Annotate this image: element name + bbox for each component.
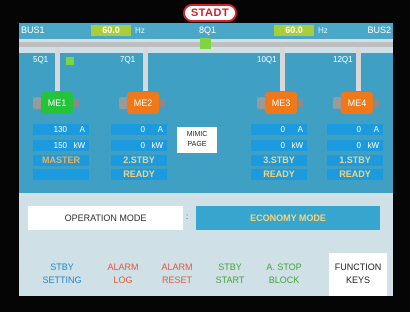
feeder-line-4 [356,47,361,91]
breaker-label-7q1: 7Q1 [120,55,136,64]
breaker-5q1-closed-icon[interactable] [66,57,74,65]
gen4-state: 1.STBY [327,155,383,166]
gen1-current-unit: A [79,125,85,134]
gen2-state: 2.STBY [111,155,167,166]
bus1-frequency-unit: Hz [135,26,145,35]
alarm-reset-label-2: RESET [161,275,192,285]
bus1-frequency: 60.0 [91,25,131,36]
stby-setting-label-1: STBY [50,262,74,272]
generator-1[interactable]: ME1 [33,92,79,114]
gen4-power: 0 [356,141,361,150]
brand-logo: STADT [183,4,237,22]
gen4-substate: READY [327,169,383,180]
gen4-current-unit: A [373,125,379,134]
gen2-current: 0 [140,125,145,134]
feeder-line-1 [55,47,60,91]
gen2-current-unit: A [157,125,163,134]
stby-setting-button[interactable]: STBY SETTING [37,253,87,296]
alarm-log-button[interactable]: ALARM LOG [99,253,147,296]
feeder-line-2 [143,47,148,91]
gen2-power: 0 [140,141,145,150]
alarm-log-label-2: LOG [113,275,133,285]
generator-fin-icon [297,99,303,107]
gen3-power: 0 [280,141,285,150]
a-stop-block-label-1: A. STOP [266,262,302,272]
a-stop-block-button[interactable]: A. STOP BLOCK [259,253,309,296]
gen1-current: 130 [53,125,67,134]
gen2-current-row: 0 A [111,124,167,135]
gen4-power-unit: kW [367,141,379,150]
mimic-page-label-2: PAGE [187,141,207,148]
alarm-log-label-1: ALARM [107,262,139,272]
operation-mode-colon: : [186,212,189,221]
gen3-current-row: 0 A [251,124,307,135]
breaker-label-10q1: 10Q1 [257,55,277,64]
gen4-current-row: 0 A [327,124,383,135]
gen2-substate: READY [111,169,167,180]
mimic-page-button[interactable]: MIMIC PAGE [177,127,217,153]
gen4-current: 0 [356,125,361,134]
bus2-label: BUS2 [367,25,391,35]
gen1-state: MASTER [33,155,89,166]
stby-start-button[interactable]: STBY START [207,253,253,296]
bus-header: BUS1 60.0 Hz 60.0 Hz BUS2 8Q1 [19,23,393,39]
function-keys-button[interactable]: FUNCTION KEYS [329,253,387,296]
generator-4[interactable]: ME4 [333,92,379,114]
generator-fin-icon [73,99,79,107]
generator-2[interactable]: ME2 [119,92,165,114]
gen3-substate: READY [251,169,307,180]
operation-mode-label: OPERATION MODE [28,206,183,230]
stby-setting-label-2: SETTING [42,275,82,285]
mimic-page-label-1: MIMIC [186,131,208,138]
gen4-power-row: 0 kW [327,140,383,151]
a-stop-block-label-2: BLOCK [268,275,300,285]
generator-1-name: ME1 [47,98,67,108]
gen1-power-unit: kW [73,141,85,150]
alarm-reset-label-1: ALARM [161,262,193,272]
tie-breaker-icon[interactable] [200,38,211,49]
generator-3[interactable]: ME3 [257,92,303,114]
panel-bezel: STADT BUS1 60.0 Hz 60.0 Hz BUS2 8Q1 5Q1 … [0,0,410,312]
gen3-current-unit: A [297,125,303,134]
breaker-label-5q1: 5Q1 [33,55,49,64]
generator-fin-icon [373,99,379,107]
gen1-power-row: 150 kW [33,140,89,151]
stby-start-label-2: START [215,275,245,285]
generator-fin-icon [159,99,165,107]
bus2-frequency: 60.0 [274,25,314,36]
gen3-power-row: 0 kW [251,140,307,151]
alarm-reset-button[interactable]: ALARM RESET [153,253,201,296]
bus1-label: BUS1 [21,25,45,35]
gen1-power: 150 [53,141,67,150]
operation-mode-value[interactable]: ECONOMY MODE [196,206,380,230]
gen3-current: 0 [280,125,285,134]
feeder-line-3 [280,47,285,91]
gen3-state: 3.STBY [251,155,307,166]
function-keys-label-1: FUNCTION [334,262,382,272]
softkey-bar: STBY SETTING ALARM LOG ALARM RESET STBY … [19,253,393,296]
tie-breaker-label: 8Q1 [199,25,217,35]
gen3-power-unit: kW [291,141,303,150]
gen1-current-row: 130 A [33,124,89,135]
function-keys-label-2: KEYS [345,275,370,285]
generator-4-name: ME4 [347,98,367,108]
bus2-frequency-unit: Hz [318,26,328,35]
breaker-label-12q1: 12Q1 [333,55,353,64]
generator-2-name: ME2 [133,98,153,108]
gen1-substate [33,169,89,180]
gen2-power-unit: kW [151,141,163,150]
gen2-power-row: 0 kW [111,140,167,151]
operation-mode-row: OPERATION MODE : ECONOMY MODE [28,206,380,230]
generator-3-name: ME3 [271,98,291,108]
stby-start-label-1: STBY [218,262,242,272]
hmi-screen: BUS1 60.0 Hz 60.0 Hz BUS2 8Q1 5Q1 7Q1 10… [19,23,393,296]
